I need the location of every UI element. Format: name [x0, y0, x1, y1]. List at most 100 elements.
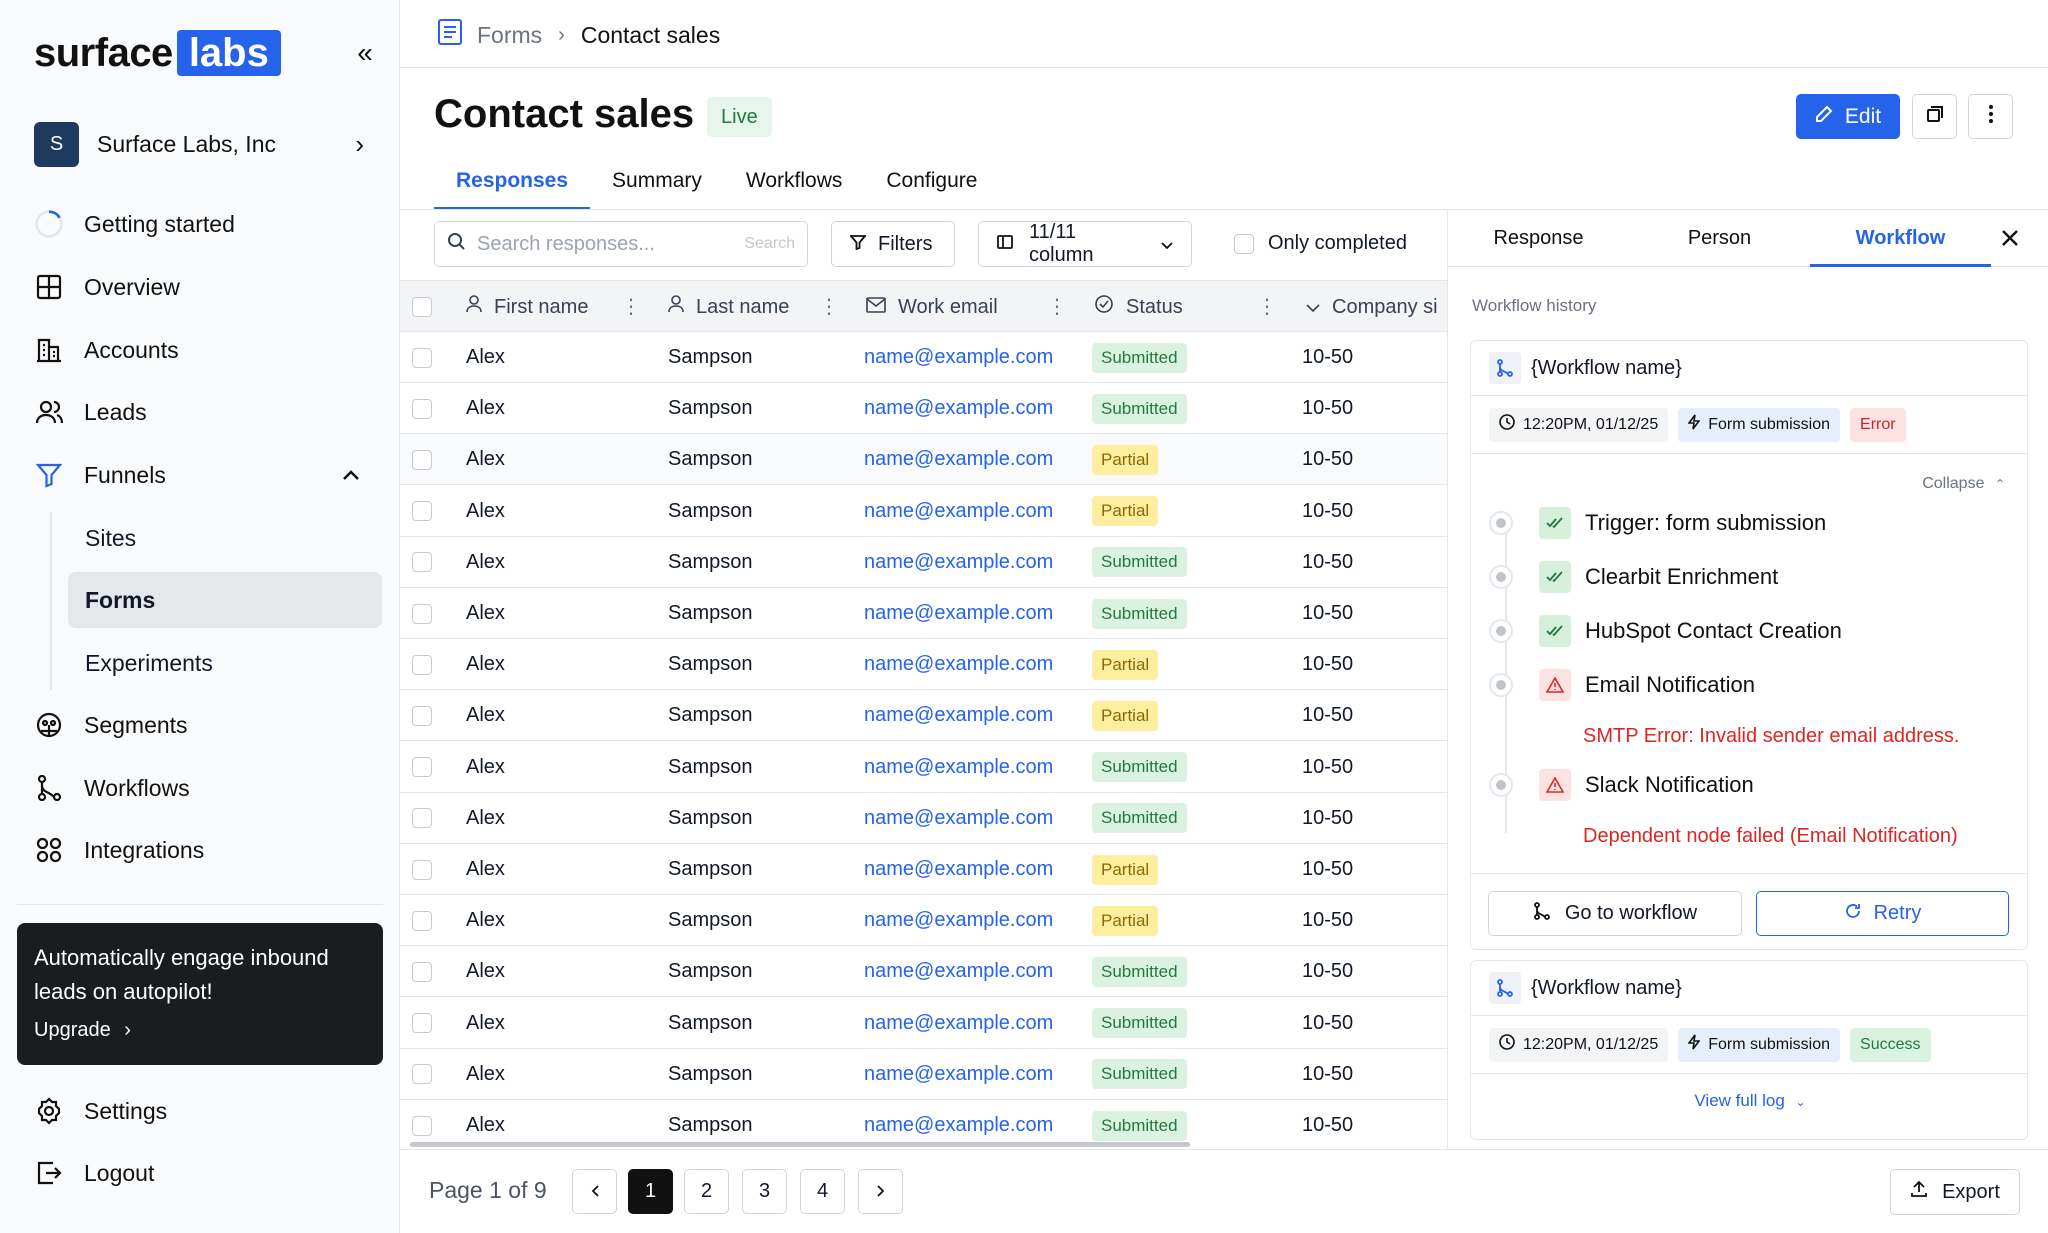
brand-logo[interactable]: surface labs — [34, 28, 281, 78]
nav-forms[interactable]: Forms — [68, 572, 382, 628]
cell-work-email[interactable]: name@example.com — [864, 486, 1053, 537]
checkbox[interactable] — [412, 449, 432, 470]
column-menu-icon[interactable]: ⋮ — [621, 295, 641, 319]
header-company-size[interactable]: Company si — [1306, 281, 1438, 333]
cell-work-email[interactable]: name@example.com — [864, 998, 1053, 1049]
header-last-name[interactable]: Last name — [668, 281, 789, 333]
table-row[interactable]: Alex Sampson name@example.com Submitted 10-5… — [400, 332, 1447, 383]
column-menu-icon[interactable]: ⋮ — [1257, 295, 1277, 319]
edit-button[interactable]: Edit — [1796, 94, 1900, 139]
tab-configure[interactable]: Configure — [864, 160, 999, 210]
table-row[interactable]: Alex Sampson name@example.com Partial 10-50 — [400, 690, 1447, 742]
upgrade-link[interactable]: Upgrade › — [34, 1019, 366, 1042]
table-row[interactable]: Alex Sampson name@example.com Submitted 10-5… — [400, 383, 1447, 435]
row-checkbox[interactable] — [412, 1049, 432, 1100]
checkbox[interactable] — [412, 757, 432, 778]
tab-summary[interactable]: Summary — [590, 160, 724, 210]
cell-work-email[interactable]: name@example.com — [864, 588, 1053, 639]
row-checkbox[interactable] — [412, 486, 432, 537]
nav-segments[interactable]: Segments — [34, 697, 380, 753]
step-item[interactable]: Clearbit Enrichment — [1489, 557, 1778, 597]
cell-work-email[interactable]: name@example.com — [864, 844, 1053, 895]
step-item[interactable]: Trigger: form submission — [1489, 503, 1826, 543]
cell-work-email[interactable]: name@example.com — [864, 332, 1053, 383]
page-button-2[interactable]: 2 — [684, 1169, 729, 1214]
tab-workflows[interactable]: Workflows — [724, 160, 864, 210]
collapse-toggle[interactable]: Collapse ⌃ — [1922, 475, 2005, 493]
header-first-name[interactable]: First name — [466, 281, 588, 333]
columns-dropdown[interactable]: 11/11 column — [978, 221, 1192, 267]
checkbox[interactable] — [412, 1115, 432, 1136]
row-checkbox[interactable] — [412, 383, 432, 434]
chevron-up-icon[interactable] — [342, 464, 360, 487]
checkbox[interactable] — [412, 859, 432, 880]
checkbox[interactable] — [412, 347, 432, 368]
select-all-checkbox[interactable] — [412, 281, 432, 333]
tab-person[interactable]: Person — [1629, 210, 1810, 267]
table-row[interactable]: Alex Sampson name@example.com Submitted 10-5… — [400, 588, 1447, 639]
row-checkbox[interactable] — [412, 537, 432, 588]
row-checkbox[interactable] — [412, 793, 432, 844]
cell-work-email[interactable]: name@example.com — [864, 434, 1053, 485]
page-button-4[interactable]: 4 — [800, 1169, 845, 1214]
row-checkbox[interactable] — [412, 742, 432, 793]
table-row[interactable]: Alex Sampson name@example.com Submitted 10-5… — [400, 1049, 1447, 1100]
nav-logout[interactable]: Logout — [34, 1145, 380, 1201]
nav-funnels[interactable]: Funnels — [34, 447, 380, 503]
only-completed-checkbox[interactable] — [1234, 233, 1254, 254]
close-icon[interactable] — [1996, 224, 2024, 252]
go-to-workflow-button[interactable]: Go to workflow — [1488, 891, 1742, 936]
column-menu-icon[interactable]: ⋮ — [1047, 295, 1067, 319]
row-checkbox[interactable] — [412, 998, 432, 1049]
tab-workflow[interactable]: Workflow — [1810, 210, 1991, 267]
checkbox[interactable] — [412, 961, 432, 982]
cell-work-email[interactable]: name@example.com — [864, 895, 1053, 946]
org-switcher[interactable]: S Surface Labs, Inc › — [34, 122, 364, 167]
collapse-sidebar-icon[interactable]: « — [352, 38, 378, 68]
table-row[interactable]: Alex Sampson name@example.com Partial 10-50 — [400, 895, 1447, 947]
tab-response[interactable]: Response — [1448, 210, 1629, 267]
cell-work-email[interactable]: name@example.com — [864, 639, 1053, 690]
tab-responses[interactable]: Responses — [434, 160, 591, 210]
header-work-email[interactable]: Work email — [866, 281, 998, 333]
page-button-1[interactable]: 1 — [628, 1169, 673, 1214]
table-row[interactable]: Alex Sampson name@example.com Submitted 10-5… — [400, 537, 1447, 588]
nav-workflows[interactable]: Workflows — [34, 760, 380, 816]
table-row[interactable]: Alex Sampson name@example.com Submitted 10-5… — [400, 793, 1447, 844]
search-input[interactable]: Search responses... Search — [434, 221, 808, 267]
checkbox[interactable] — [412, 552, 432, 573]
row-checkbox[interactable] — [412, 690, 432, 741]
cell-work-email[interactable]: name@example.com — [864, 1049, 1053, 1100]
row-checkbox[interactable] — [412, 588, 432, 639]
prev-page-button[interactable] — [572, 1169, 617, 1214]
view-full-log-link[interactable]: View full log ⌄ — [1471, 1091, 2029, 1111]
nav-getting-started[interactable]: Getting started — [34, 196, 380, 252]
cell-work-email[interactable]: name@example.com — [864, 742, 1053, 793]
page-button-3[interactable]: 3 — [742, 1169, 787, 1214]
nav-experiments[interactable]: Experiments — [68, 635, 382, 691]
table-row[interactable]: Alex Sampson name@example.com Partial 10-50 — [400, 844, 1447, 895]
table-row[interactable]: Alex Sampson name@example.com Submitted 10-5… — [400, 998, 1447, 1049]
column-menu-icon[interactable]: ⋮ — [819, 295, 839, 319]
cell-work-email[interactable]: name@example.com — [864, 537, 1053, 588]
only-completed-toggle[interactable]: Only completed — [1234, 232, 1407, 255]
cell-work-email[interactable]: name@example.com — [864, 690, 1053, 741]
checkbox[interactable] — [412, 808, 432, 829]
table-row[interactable]: Alex Sampson name@example.com Partial 10-50 — [400, 639, 1447, 691]
more-options-button[interactable] — [1968, 94, 2013, 139]
table-row[interactable]: Alex Sampson name@example.com Submitted 10-5… — [400, 742, 1447, 793]
step-item[interactable]: HubSpot Contact Creation — [1489, 611, 1842, 651]
nav-accounts[interactable]: Accounts — [34, 322, 380, 378]
table-row[interactable]: Alex Sampson name@example.com Partial 10-50 — [400, 486, 1447, 537]
filters-button[interactable]: Filters — [831, 221, 955, 267]
row-checkbox[interactable] — [412, 895, 432, 946]
cell-work-email[interactable]: name@example.com — [864, 383, 1053, 434]
checkbox[interactable] — [412, 398, 432, 419]
export-button[interactable]: Export — [1890, 1169, 2020, 1215]
nav-integrations[interactable]: Integrations — [34, 822, 380, 878]
row-checkbox[interactable] — [412, 1100, 432, 1148]
breadcrumb-parent[interactable]: Forms — [477, 22, 542, 49]
cell-work-email[interactable]: name@example.com — [864, 793, 1053, 844]
row-checkbox[interactable] — [412, 844, 432, 895]
table-row[interactable]: Alex Sampson name@example.com Submitted 10-5… — [400, 1100, 1447, 1148]
